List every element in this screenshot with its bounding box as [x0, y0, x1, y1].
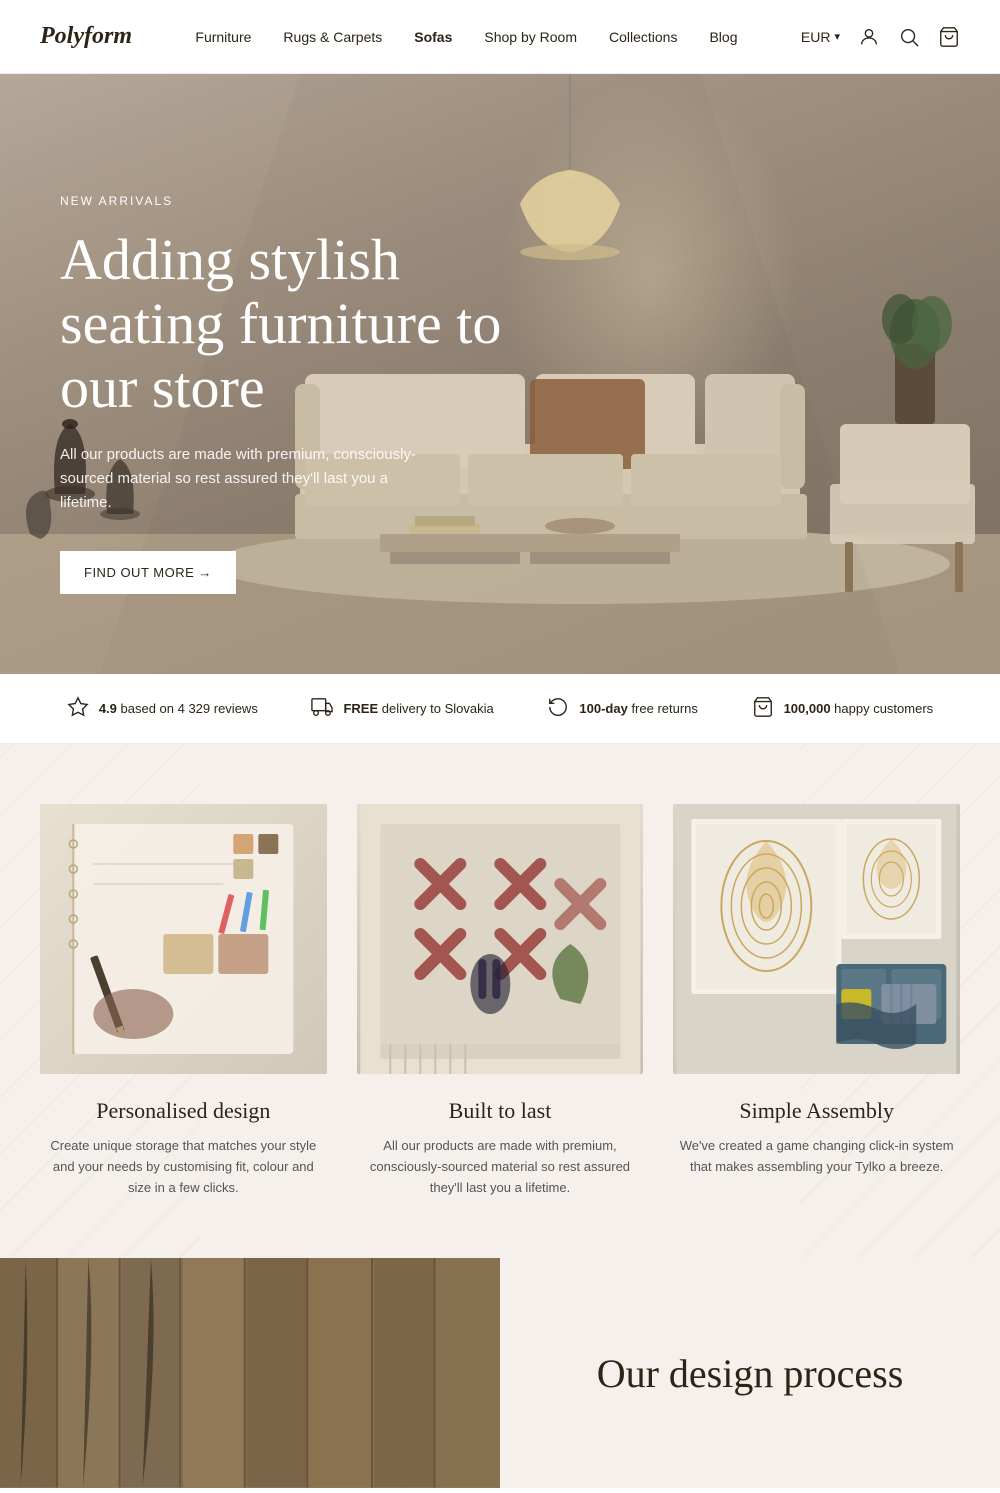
hero-eyebrow: NEW ARRIVALS	[60, 194, 520, 208]
feature-img-built	[357, 804, 644, 1074]
feature-title-built: Built to last	[357, 1098, 644, 1124]
trust-reviews-text: 4.9 based on 4 329 reviews	[99, 701, 258, 716]
design-process-title: Our design process	[597, 1350, 904, 1397]
design-process-image	[0, 1258, 500, 1487]
rug-illustration	[357, 804, 644, 1074]
currency-selector[interactable]: EUR ▾	[801, 29, 840, 45]
site-header: Polyform Furniture Rugs & Carpets Sofas …	[0, 0, 1000, 74]
features-section: Personalised design Create unique storag…	[0, 744, 1000, 1258]
chevron-down-icon: ▾	[834, 30, 840, 43]
cart-icon[interactable]	[938, 26, 960, 48]
nav-shop-by-room[interactable]: Shop by Room	[484, 29, 577, 45]
return-icon	[547, 696, 569, 721]
trust-bar: 4.9 based on 4 329 reviews FREE delivery…	[0, 674, 1000, 744]
currency-label: EUR	[801, 29, 831, 45]
nav-furniture[interactable]: Furniture	[195, 29, 251, 45]
feature-card-assembly: Simple Assembly We've created a game cha…	[673, 804, 960, 1198]
feature-desc-assembly: We've created a game changing click-in s…	[677, 1136, 957, 1178]
hero-subtitle: All our products are made with premium, …	[60, 443, 440, 515]
star-icon	[67, 696, 89, 721]
main-nav: Furniture Rugs & Carpets Sofas Shop by R…	[195, 29, 737, 45]
trust-delivery-text: FREE delivery to Slovakia	[343, 701, 493, 716]
header-utilities: EUR ▾	[801, 26, 960, 48]
hero-content: NEW ARRIVALS Adding stylish seating furn…	[60, 194, 520, 594]
features-grid: Personalised design Create unique storag…	[40, 804, 960, 1198]
feature-card-personalised: Personalised design Create unique storag…	[40, 804, 327, 1198]
feature-title-personalised: Personalised design	[40, 1098, 327, 1124]
design-process-section: Our design process	[0, 1258, 1000, 1487]
feature-img-assembly	[673, 804, 960, 1074]
design-process-title-container: Our design process	[500, 1258, 1000, 1487]
feature-title-assembly: Simple Assembly	[673, 1098, 960, 1124]
design-process-bg	[0, 1258, 500, 1487]
trust-item-customers: 100,000 happy customers	[752, 696, 934, 721]
hero-cta-button[interactable]: FIND OUT MORE →	[60, 551, 236, 594]
trust-item-returns: 100-day free returns	[547, 696, 698, 721]
prints-illustration	[673, 804, 960, 1074]
nav-rugs-carpets[interactable]: Rugs & Carpets	[283, 29, 382, 45]
trust-customers-text: 100,000 happy customers	[784, 701, 934, 716]
account-icon[interactable]	[858, 26, 880, 48]
feature-img-personalised	[40, 804, 327, 1074]
feature-card-built: Built to last All our products are made …	[357, 804, 644, 1198]
brand-name: Polyform	[40, 23, 132, 49]
feature-desc-built: All our products are made with premium, …	[360, 1136, 640, 1198]
nav-blog[interactable]: Blog	[709, 29, 737, 45]
hero-section: NEW ARRIVALS Adding stylish seating furn…	[0, 74, 1000, 674]
nav-sofas[interactable]: Sofas	[414, 29, 452, 45]
search-icon[interactable]	[898, 26, 920, 48]
trust-returns-text: 100-day free returns	[579, 701, 698, 716]
sketch-illustration	[40, 804, 327, 1074]
nav-collections[interactable]: Collections	[609, 29, 677, 45]
trust-item-delivery: FREE delivery to Slovakia	[311, 696, 493, 721]
trust-item-reviews: 4.9 based on 4 329 reviews	[67, 696, 258, 721]
logo[interactable]: Polyform	[40, 23, 132, 50]
feature-desc-personalised: Create unique storage that matches your …	[43, 1136, 323, 1198]
truck-icon	[311, 696, 333, 721]
hero-title: Adding stylish seating furniture to our …	[60, 228, 520, 419]
bag-icon	[752, 696, 774, 721]
